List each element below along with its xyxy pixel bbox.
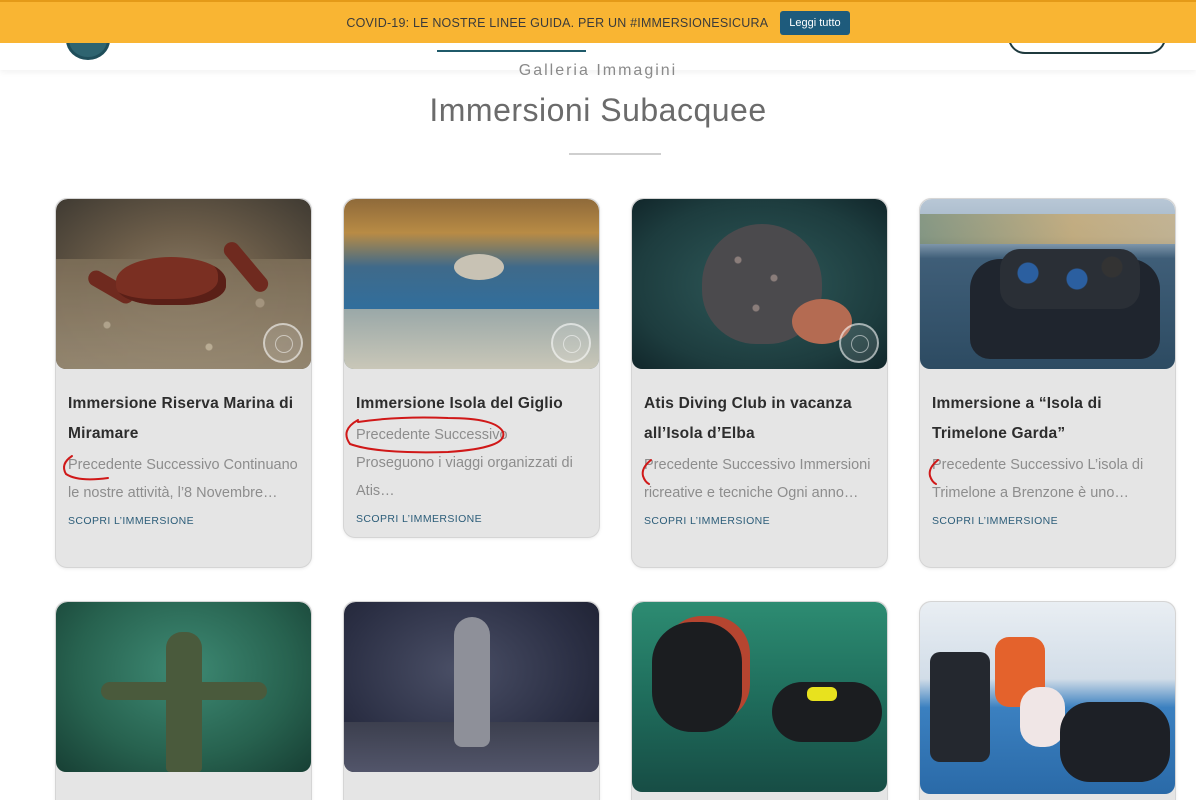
- card-excerpt: Precedente Successivo Proseguono i viagg…: [356, 427, 573, 499]
- card-title[interactable]: Atis Diving Club in vacanza all’Isola d’…: [644, 389, 875, 449]
- dive-card[interactable]: Atis Diving Club in vacanza all’Isola d’…: [631, 198, 888, 568]
- card-title[interactable]: Immersione a “Isola di Trimelone Garda”: [932, 389, 1163, 449]
- card-image-christ-statue[interactable]: [56, 602, 311, 772]
- title-divider: [569, 153, 661, 155]
- card-image-divers-boat[interactable]: [920, 199, 1175, 369]
- dive-card[interactable]: Immersione Isola del Giglio Precedente S…: [343, 198, 600, 538]
- section-kicker: Galleria Immagini: [518, 62, 678, 79]
- club-watermark-icon: [839, 323, 879, 363]
- card-image-divers-wreck[interactable]: [632, 602, 887, 792]
- discover-dive-link[interactable]: SCOPRI L’IMMERSIONE: [932, 515, 1058, 527]
- covid-banner: COVID-19: LE NOSTRE LINEE GUIDA. PER UN …: [0, 0, 1196, 43]
- card-excerpt: Precedente Successivo Immersioni ricreat…: [644, 457, 871, 501]
- discover-dive-link[interactable]: SCOPRI L’IMMERSIONE: [356, 513, 482, 525]
- page-title: Immersioni Subacquee: [429, 92, 767, 128]
- card-image-madonna-statue[interactable]: [344, 602, 599, 772]
- discover-dive-link[interactable]: SCOPRI L’IMMERSIONE: [644, 515, 770, 527]
- card-image-pool[interactable]: [920, 602, 1175, 794]
- dive-card[interactable]: [919, 601, 1176, 800]
- read-all-button[interactable]: Leggi tutto: [780, 10, 850, 35]
- dive-card[interactable]: [343, 601, 600, 800]
- card-image-cave-fish[interactable]: [344, 199, 599, 369]
- card-image-grouper[interactable]: [632, 199, 887, 369]
- card-excerpt: Precedente Successivo Continuano le nost…: [68, 457, 298, 501]
- discover-dive-link[interactable]: SCOPRI L’IMMERSIONE: [68, 515, 194, 527]
- card-image-crab[interactable]: [56, 199, 311, 369]
- nav-active-underline: [437, 50, 586, 52]
- club-watermark-icon: [551, 323, 591, 363]
- dive-card[interactable]: [55, 601, 312, 800]
- covid-banner-text: COVID-19: LE NOSTRE LINEE GUIDA. PER UN …: [346, 15, 769, 30]
- dive-card[interactable]: Immersione Riserva Marina di Miramare Pr…: [55, 198, 312, 568]
- card-title[interactable]: Immersione Riserva Marina di Miramare: [68, 389, 299, 449]
- card-excerpt: Precedente Successivo L’isola di Trimelo…: [932, 457, 1144, 501]
- dive-card[interactable]: Immersione a “Isola di Trimelone Garda” …: [919, 198, 1176, 568]
- card-title[interactable]: Immersione Isola del Giglio: [356, 389, 587, 419]
- club-watermark-icon: [263, 323, 303, 363]
- dive-card[interactable]: [631, 601, 888, 800]
